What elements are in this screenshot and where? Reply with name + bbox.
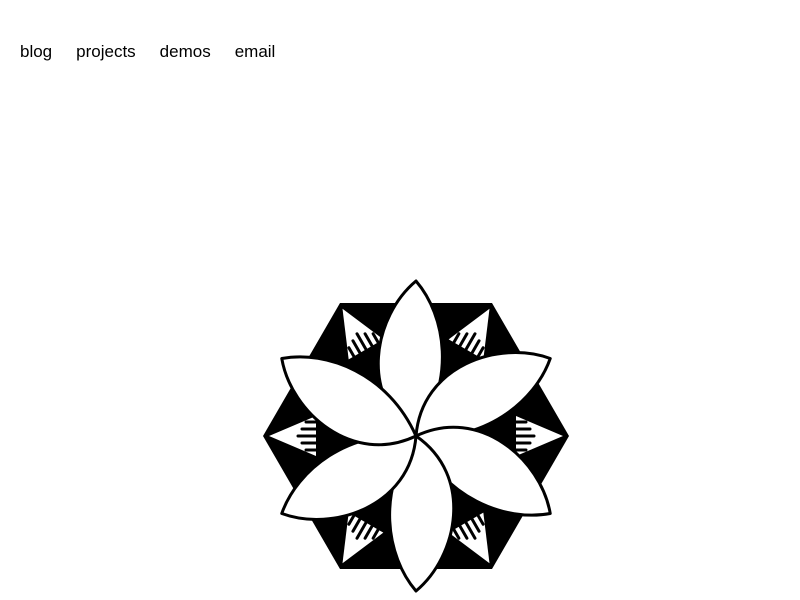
flower-mandala-icon [263,279,569,593]
main-nav: blog projects demos email [20,41,275,63]
nav-link-demos[interactable]: demos [160,41,211,63]
flower-logo [256,275,576,600]
nav-link-projects[interactable]: projects [76,41,136,63]
nav-link-email[interactable]: email [235,41,276,63]
nav-link-blog[interactable]: blog [20,41,52,63]
